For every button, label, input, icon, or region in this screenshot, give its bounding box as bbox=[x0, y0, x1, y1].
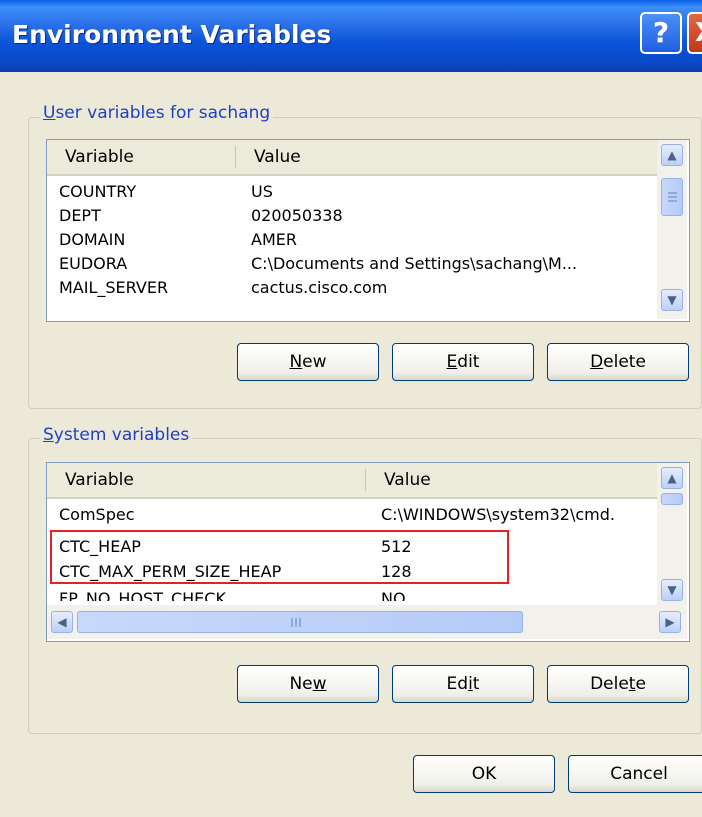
button-label: Ed bbox=[446, 674, 469, 694]
vertical-scrollbar[interactable]: ▲ ▼ bbox=[657, 463, 687, 605]
variable-value: C:\WINDOWS\system32\cmd. bbox=[381, 505, 615, 524]
accelerator-key: E bbox=[446, 352, 458, 372]
arrow-down-icon: ▼ bbox=[667, 583, 677, 597]
variable-value: 020050338 bbox=[251, 206, 343, 225]
column-header-variable[interactable]: Variable bbox=[47, 463, 365, 497]
scroll-thumb[interactable] bbox=[661, 178, 683, 216]
variable-value: US bbox=[251, 182, 273, 201]
cancel-button[interactable]: Cancel bbox=[568, 755, 702, 793]
variable-value: C:\Documents and Settings\sachang\M... bbox=[251, 254, 578, 273]
system-new-button[interactable]: New bbox=[237, 665, 379, 703]
system-variables-legend: System variables bbox=[40, 425, 193, 445]
grip-icon bbox=[668, 200, 677, 202]
arrow-left-icon: ◀ bbox=[57, 615, 67, 629]
button-label: ew bbox=[302, 352, 327, 372]
variable-name: EUDORA bbox=[59, 254, 128, 273]
scroll-up-button[interactable]: ▲ bbox=[661, 467, 683, 489]
scroll-right-button[interactable]: ▶ bbox=[659, 611, 681, 633]
scroll-thumb[interactable] bbox=[661, 493, 683, 505]
scroll-down-button[interactable]: ▼ bbox=[661, 579, 683, 601]
variable-name: MAIL_SERVER bbox=[59, 278, 169, 297]
user-variables-legend-accel: U bbox=[43, 103, 56, 123]
arrow-up-icon: ▲ bbox=[667, 471, 677, 485]
list-item[interactable]: MAIL_SERVER cactus.cisco.com bbox=[47, 276, 657, 300]
variable-value: cactus.cisco.com bbox=[251, 278, 388, 297]
help-button[interactable]: ? bbox=[640, 12, 682, 54]
arrow-up-icon: ▲ bbox=[667, 148, 677, 162]
list-item[interactable]: FP_NO_HOST_CHECK NO bbox=[47, 587, 657, 601]
variable-name: DEPT bbox=[59, 206, 101, 225]
variable-value: AMER bbox=[251, 230, 297, 249]
grip-icon bbox=[295, 618, 297, 627]
button-label: elete bbox=[603, 352, 646, 372]
column-header-value[interactable]: Value bbox=[236, 140, 656, 174]
button-label: dit bbox=[457, 352, 480, 372]
variable-name: FP_NO_HOST_CHECK bbox=[59, 589, 226, 601]
variable-name: ComSpec bbox=[59, 505, 135, 524]
scroll-thumb[interactable] bbox=[77, 611, 523, 633]
grip-icon bbox=[299, 618, 301, 627]
list-header: Variable Value bbox=[47, 463, 657, 499]
highlight-box bbox=[50, 530, 509, 584]
button-label: Cancel bbox=[610, 764, 668, 784]
button-label: Ne bbox=[289, 674, 313, 694]
button-label: t bbox=[472, 674, 480, 694]
help-icon: ? bbox=[652, 16, 670, 49]
scroll-up-button[interactable]: ▲ bbox=[661, 144, 683, 166]
variable-name: COUNTRY bbox=[59, 182, 137, 201]
user-edit-button[interactable]: Edit bbox=[392, 343, 534, 381]
user-variables-list[interactable]: Variable Value COUNTRY US DEPT 020050338… bbox=[46, 139, 690, 322]
vertical-scrollbar[interactable]: ▲ ▼ bbox=[657, 140, 687, 319]
variable-value: NO bbox=[381, 589, 406, 601]
user-delete-button[interactable]: Delete bbox=[547, 343, 689, 381]
system-delete-button[interactable]: Delete bbox=[547, 665, 689, 703]
window-title: Environment Variables bbox=[12, 20, 332, 49]
column-header-variable[interactable]: Variable bbox=[47, 140, 235, 174]
accelerator-key: w bbox=[312, 674, 327, 694]
list-item[interactable]: DOMAIN AMER bbox=[47, 228, 657, 252]
close-icon: X bbox=[695, 18, 702, 48]
list-item[interactable]: ComSpec C:\WINDOWS\system32\cmd. bbox=[47, 503, 657, 527]
grip-icon bbox=[291, 618, 293, 627]
system-variables-legend-text: ystem variables bbox=[53, 425, 190, 445]
grip-icon bbox=[668, 192, 677, 194]
accelerator-key: D bbox=[590, 352, 604, 372]
user-variables-legend: User variables for sachang bbox=[40, 103, 274, 123]
list-item[interactable]: EUDORA C:\Documents and Settings\sachang… bbox=[47, 252, 657, 276]
variable-name: DOMAIN bbox=[59, 230, 126, 249]
user-variables-legend-text: ser variables for sachang bbox=[55, 103, 271, 123]
user-new-button[interactable]: New bbox=[237, 343, 379, 381]
button-label: e bbox=[635, 674, 646, 694]
column-header-value[interactable]: Value bbox=[366, 463, 656, 497]
button-label: OK bbox=[471, 764, 497, 784]
system-variables-legend-accel: S bbox=[43, 425, 54, 445]
accelerator-key: N bbox=[289, 352, 303, 372]
list-item[interactable]: DEPT 020050338 bbox=[47, 204, 657, 228]
ok-button[interactable]: OK bbox=[413, 755, 555, 793]
scroll-left-button[interactable]: ◀ bbox=[51, 611, 73, 633]
close-button[interactable]: X bbox=[687, 12, 702, 54]
grip-icon bbox=[668, 196, 677, 198]
arrow-right-icon: ▶ bbox=[665, 615, 675, 629]
arrow-down-icon: ▼ bbox=[667, 293, 677, 307]
list-item[interactable]: COUNTRY US bbox=[47, 180, 657, 204]
horizontal-scrollbar[interactable]: ◀ ▶ bbox=[47, 605, 687, 639]
list-header: Variable Value bbox=[47, 140, 657, 176]
button-label: Dele bbox=[590, 674, 629, 694]
scroll-down-button[interactable]: ▼ bbox=[661, 289, 683, 311]
title-bar[interactable]: Environment Variables ? X bbox=[0, 0, 702, 72]
system-edit-button[interactable]: Edit bbox=[392, 665, 534, 703]
